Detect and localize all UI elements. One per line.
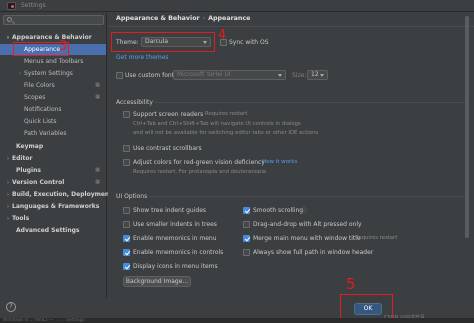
sidebar-item-system-settings[interactable]: › System Settings — [0, 68, 106, 79]
smaller-indents-checkbox[interactable] — [123, 221, 130, 228]
merge-main-menu-hint: Requires restart — [355, 235, 398, 241]
chevron-right-icon: › — [19, 71, 21, 77]
sidebar-item-languages-frameworks[interactable]: › Languages & Frameworks — [0, 201, 106, 212]
tree-indent-guides-checkbox[interactable] — [123, 207, 130, 214]
settings-search-input[interactable] — [3, 15, 104, 25]
smooth-scrolling-label: Smooth scrolling — [253, 207, 304, 214]
contrast-scrollbars-checkbox[interactable] — [123, 145, 130, 152]
sidebar-item-file-colors[interactable]: File Colors ▦ — [0, 80, 106, 91]
mnemonics-menu-checkbox[interactable] — [123, 235, 130, 242]
mnemonics-menu-label: Enable mnemonics in menu — [133, 235, 217, 242]
chevron-right-icon: › — [6, 216, 10, 222]
project-scope-icon: ▦ — [95, 167, 100, 173]
sidebar-item-advanced-settings[interactable]: Advanced Settings — [0, 225, 106, 236]
ui-options-heading: UI Options — [116, 193, 148, 200]
accessibility-heading: Accessibility — [116, 99, 153, 106]
scrollbar[interactable] — [465, 16, 469, 238]
annotation-number-5: 5 — [346, 275, 356, 293]
sidebar-item-scopes[interactable]: Scopes ▦ — [0, 92, 106, 103]
app-icon — [7, 2, 16, 10]
divider — [148, 196, 466, 197]
screen-readers-description: Ctrl+Tab and Ctrl+Shift+Tab will navigat… — [133, 121, 301, 127]
background-image-button[interactable]: Background Image... — [123, 276, 191, 287]
sidebar-item-keymap[interactable]: Keymap — [0, 141, 106, 152]
mnemonics-controls-checkbox[interactable] — [123, 249, 130, 256]
chevron-right-icon: › — [6, 204, 10, 210]
status-strip: Windows is… (WSL) — ... … Settings — [0, 318, 474, 323]
sidebar-item-tools[interactable]: › Tools — [0, 213, 106, 224]
help-icon[interactable]: ⓘ — [301, 206, 307, 215]
annotation-box-5 — [340, 294, 393, 320]
color-deficiency-description: Requires restart. For protanopia and deu… — [133, 169, 267, 175]
mnemonics-controls-label: Enable mnemonics in controls — [133, 249, 224, 256]
screen-readers-description: and will not be available for switching … — [133, 130, 319, 136]
font-family-value: Microsoft YaHei UI — [177, 71, 231, 78]
project-scope-icon: ▦ — [95, 82, 100, 88]
project-scope-icon: ▦ — [95, 94, 100, 100]
font-family-dropdown[interactable]: Microsoft YaHei UI — [173, 70, 286, 80]
contrast-scrollbars-label: Use contrast scrollbars — [133, 145, 202, 152]
annotation-number-4: 4 — [218, 28, 227, 43]
drag-drop-alt-checkbox[interactable] — [243, 221, 250, 228]
help-icon[interactable]: ? — [6, 302, 16, 312]
tree-indent-guides-label: Show tree indent guides — [133, 207, 207, 214]
window-title: Settings — [21, 2, 46, 9]
chevron-right-icon: › — [6, 180, 10, 186]
screen-readers-hint: Requires restart — [205, 111, 248, 117]
font-size-label: Size: — [292, 72, 307, 79]
settings-panel: Appearance & Behavior › Appearance Theme: … — [108, 13, 474, 298]
drag-drop-alt-label: Drag-and-drop with Alt pressed only — [253, 221, 362, 228]
chevron-down-icon — [320, 74, 324, 77]
get-more-themes-link[interactable]: Get more themes — [116, 54, 169, 61]
chevron-right-icon: › — [6, 192, 10, 198]
merge-main-menu-label: Merge main menu with window title — [253, 235, 361, 242]
custom-font-label: Use custom font: — [125, 72, 177, 79]
font-size-dropdown[interactable]: 12 — [307, 70, 328, 80]
font-size-value: 12 — [311, 71, 319, 78]
search-icon — [7, 17, 12, 22]
sidebar-item-build-execution[interactable]: › Build, Execution, Deployment — [0, 189, 112, 200]
project-scope-icon: ▦ — [95, 179, 100, 185]
custom-font-checkbox[interactable] — [116, 72, 123, 79]
sidebar-item-path-variables[interactable]: Path Variables — [0, 128, 106, 139]
smaller-indents-label: Use smaller indents in trees — [133, 221, 217, 228]
screen-readers-label: Support screen readers — [133, 111, 204, 118]
chevron-down-icon — [278, 74, 282, 77]
chevron-right-icon: › — [6, 156, 10, 162]
color-deficiency-checkbox[interactable] — [123, 159, 130, 166]
full-path-header-checkbox[interactable] — [243, 249, 250, 256]
sidebar-item-editor[interactable]: › Editor — [0, 153, 106, 164]
sidebar-item-version-control[interactable]: › Version Control ▦ — [0, 177, 106, 188]
merge-main-menu-checkbox[interactable] — [243, 235, 250, 242]
smooth-scrolling-checkbox[interactable] — [243, 207, 250, 214]
breadcrumb: Appearance & Behavior › Appearance — [116, 15, 251, 22]
how-it-works-link[interactable]: How it works — [262, 159, 297, 165]
annotation-number-3: 3 — [59, 39, 68, 54]
menu-icons-label: Display icons in menu items — [133, 263, 218, 270]
sidebar-item-menus-toolbars[interactable]: Menus and Toolbars — [0, 56, 106, 67]
divider — [108, 26, 474, 27]
chevron-down-icon: ▾ — [6, 35, 10, 41]
color-deficiency-label: Adjust colors for red-green vision defic… — [133, 159, 265, 166]
divider — [154, 102, 466, 103]
full-path-header-label: Always show full path in window header — [253, 249, 374, 256]
sync-os-label: Sync with OS — [229, 39, 269, 46]
sidebar-item-plugins[interactable]: Plugins ▦ — [0, 165, 106, 176]
annotation-box-4 — [111, 32, 215, 52]
menu-icons-checkbox[interactable] — [123, 263, 130, 270]
title-bar: Settings — [0, 0, 474, 12]
sidebar-item-quick-lists[interactable]: Quick Lists — [0, 116, 106, 127]
sidebar-item-notifications[interactable]: Notifications — [0, 104, 106, 115]
screen-readers-checkbox[interactable] — [123, 111, 130, 118]
